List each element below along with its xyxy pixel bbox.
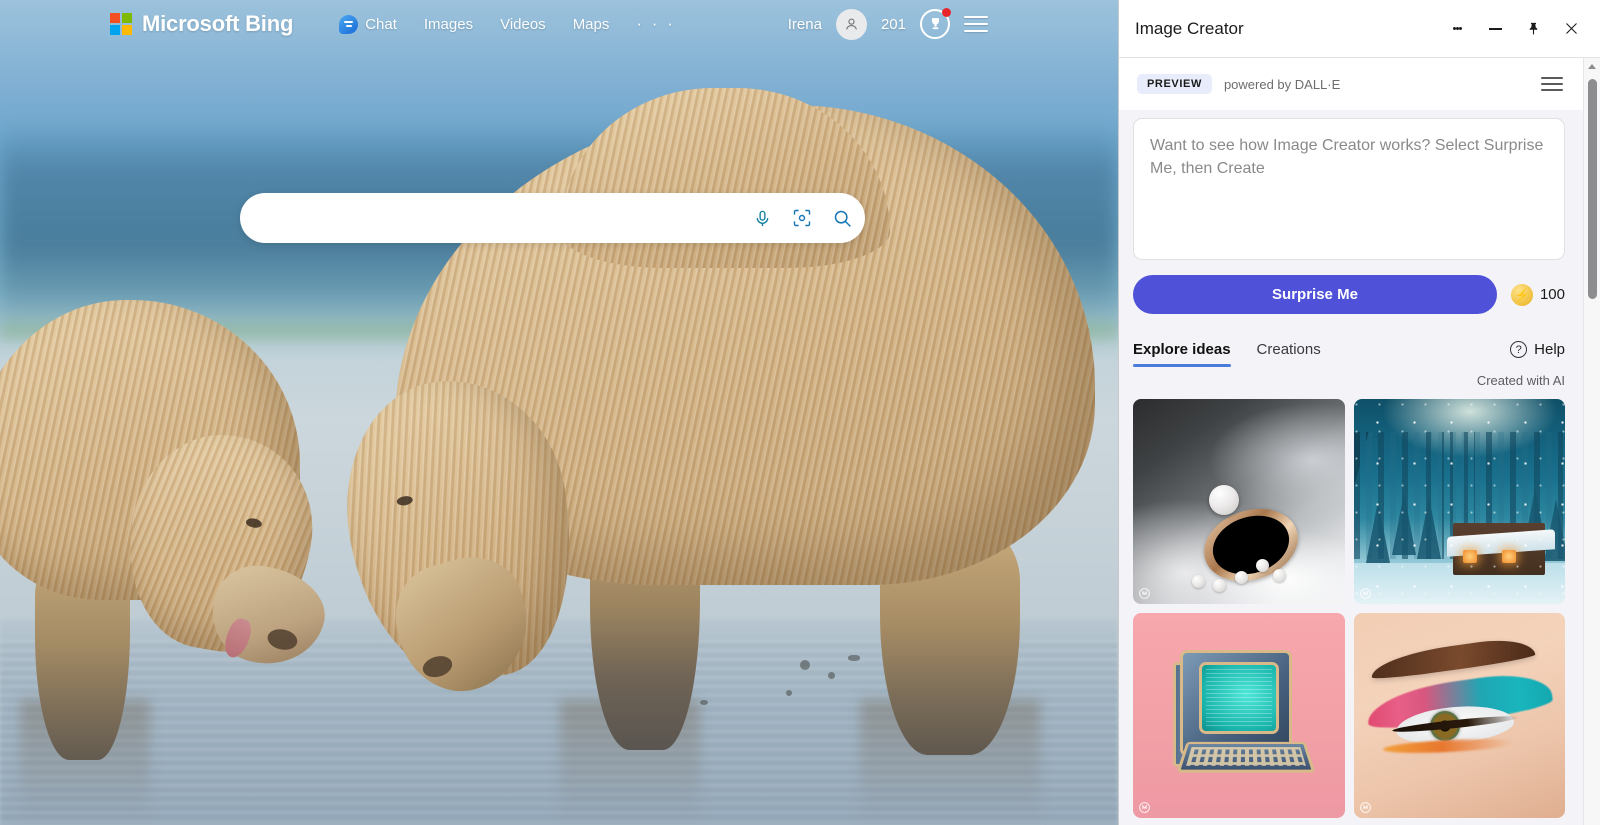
lower-eyeliner — [1382, 736, 1515, 756]
bear-eye — [396, 495, 414, 507]
microsoft-logo-icon — [110, 13, 132, 35]
hamburger-menu-icon[interactable] — [1541, 73, 1563, 95]
close-icon[interactable] — [1554, 12, 1588, 46]
scrollbar[interactable] — [1583, 58, 1600, 825]
explore-ideas-grid — [1133, 399, 1565, 818]
bing-header-right: Irena 201 — [787, 8, 988, 40]
bing-logo-text: Microsoft Bing — [142, 11, 294, 36]
more-options-icon[interactable] — [1440, 12, 1474, 46]
image-creator-body: PREVIEW powered by DALL·E Surprise Me ⚡ — [1119, 58, 1600, 825]
ai-generated-badge-icon — [1138, 587, 1151, 600]
search-input[interactable] — [240, 209, 745, 227]
bear-nose — [265, 626, 300, 653]
window-title: Image Creator — [1135, 18, 1244, 38]
scrollbar-thumb[interactable] — [1587, 79, 1597, 299]
falling-snow — [1353, 399, 1565, 604]
question-circle-icon: ? — [1510, 341, 1528, 358]
thumb-eye-makeup[interactable] — [1353, 613, 1565, 818]
loose-pearl — [1272, 569, 1286, 583]
person-icon — [846, 18, 857, 30]
microphone-icon[interactable] — [745, 201, 779, 235]
bing-homepage: Microsoft Bing Chat Images Videos Maps ·… — [0, 0, 1118, 825]
thumb-snow-cabin[interactable] — [1353, 399, 1565, 604]
bing-logo[interactable]: Microsoft Bing — [110, 11, 293, 37]
window-controls — [1440, 12, 1588, 46]
pin-icon[interactable] — [1516, 12, 1550, 46]
help-link[interactable]: ? Help — [1510, 341, 1565, 364]
nav-item-chat-label: Chat — [365, 15, 397, 33]
nav-item-more[interactable]: · · · — [636, 15, 675, 32]
bear-eye — [245, 517, 263, 529]
water-splash — [848, 655, 860, 661]
eyebrow — [1369, 634, 1537, 682]
loose-pearl — [1213, 579, 1227, 593]
thumb-pearl-ring[interactable] — [1133, 399, 1345, 604]
user-name: Irena — [787, 15, 822, 33]
computer-keyboard — [1176, 741, 1316, 773]
preview-badge: PREVIEW — [1137, 74, 1212, 94]
ring-band — [1194, 497, 1308, 594]
nav-item-maps[interactable]: Maps — [573, 16, 610, 33]
scroll-up-arrow-icon[interactable] — [1584, 58, 1600, 75]
ai-generated-badge-icon — [1359, 801, 1372, 814]
hamburger-menu-icon[interactable] — [964, 11, 988, 37]
visual-search-icon[interactable] — [785, 201, 819, 235]
chat-bubble-icon — [339, 14, 359, 34]
nav-item-videos[interactable]: Videos — [500, 16, 546, 33]
image-creator-panel: Image Creator PREVIEW powered by DALL·E … — [1118, 0, 1600, 825]
search-box[interactable] — [240, 193, 865, 243]
trophy-medal-icon — [931, 17, 939, 29]
ai-generated-badge-icon — [1138, 801, 1151, 814]
help-label: Help — [1534, 341, 1565, 358]
notification-dot — [942, 8, 951, 17]
thumb-retro-computer[interactable] — [1133, 613, 1345, 818]
created-with-ai-label: Created with AI — [1476, 373, 1565, 388]
water-splash — [786, 690, 792, 696]
loose-pearl — [1192, 575, 1206, 589]
nav-item-images[interactable]: Images — [424, 16, 473, 33]
bear-nose — [420, 652, 455, 681]
bing-header: Microsoft Bing Chat Images Videos Maps ·… — [0, 0, 1118, 48]
computer-screen — [1198, 662, 1279, 735]
water-splash — [700, 700, 708, 705]
prompt-card[interactable] — [1133, 118, 1565, 260]
rewards-count: 201 — [880, 15, 906, 33]
minimize-icon[interactable] — [1478, 12, 1512, 46]
loose-pearl — [1255, 558, 1269, 572]
screen: Microsoft Bing Chat Images Videos Maps ·… — [0, 0, 1600, 825]
nav-item-chat[interactable]: Chat — [339, 14, 397, 34]
ai-generated-badge-icon — [1359, 587, 1372, 600]
image-creator-scroll-area: PREVIEW powered by DALL·E Surprise Me ⚡ — [1119, 58, 1600, 825]
image-creator-titlebar: Image Creator — [1119, 0, 1600, 58]
token-count: 100 — [1539, 286, 1565, 303]
water-splash — [800, 660, 810, 670]
action-row: Surprise Me ⚡ 100 — [1133, 275, 1565, 314]
tabs-row: Explore ideas Creations ? Help — [1133, 336, 1565, 367]
bing-nav: Chat Images Videos Maps · · · — [339, 14, 675, 34]
token-chip: ⚡ 100 — [1510, 283, 1565, 306]
loose-pearl — [1234, 571, 1248, 585]
tab-creations[interactable]: Creations — [1257, 341, 1321, 364]
ring-pearl — [1209, 485, 1240, 516]
prompt-input[interactable] — [1150, 134, 1548, 244]
powered-by-label: powered by DALL·E — [1223, 76, 1341, 92]
lightning-bolt-coin-icon: ⚡ — [1510, 283, 1533, 306]
surprise-me-button[interactable]: Surprise Me — [1133, 275, 1497, 314]
image-creator-content: PREVIEW powered by DALL·E Surprise Me ⚡ — [1119, 58, 1583, 818]
avatar[interactable] — [835, 8, 867, 40]
image-creator-topbar: PREVIEW powered by DALL·E — [1119, 58, 1583, 110]
water-splash — [828, 672, 835, 679]
search-magnifier-icon[interactable] — [825, 201, 859, 235]
tab-explore-ideas[interactable]: Explore ideas — [1133, 341, 1231, 367]
rewards-badge[interactable] — [920, 8, 951, 39]
